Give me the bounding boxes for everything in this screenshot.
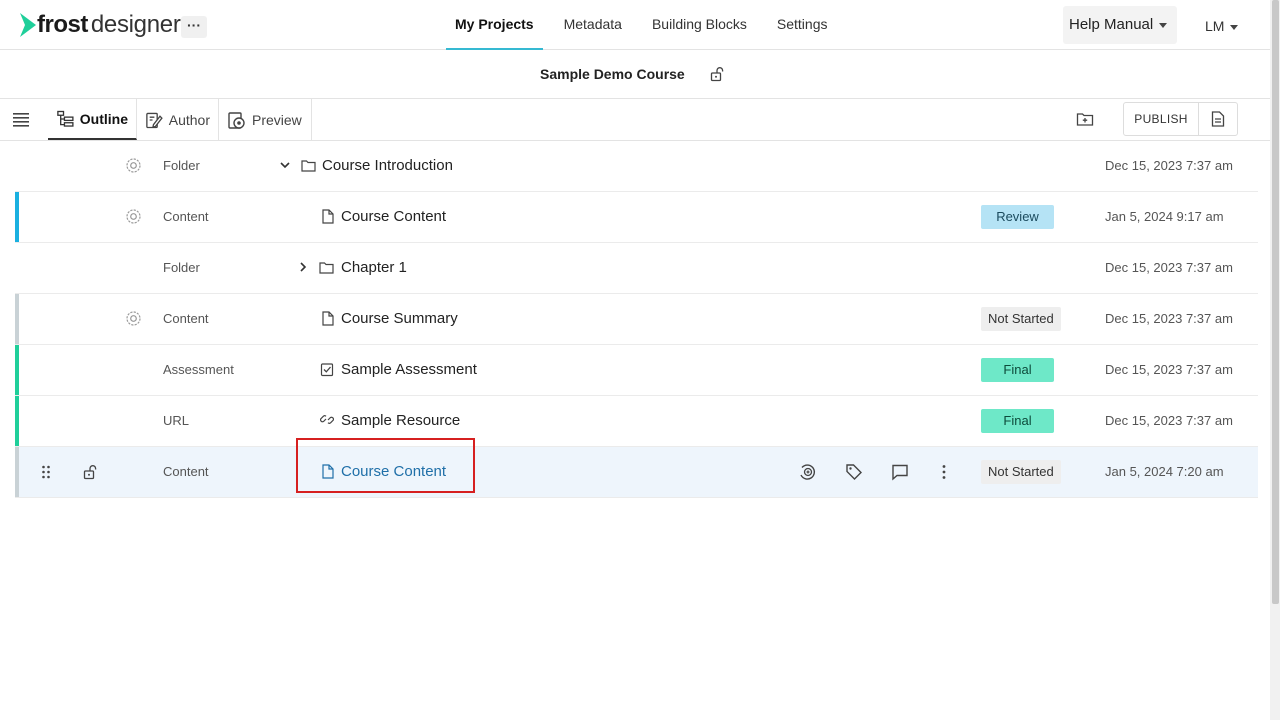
hamburger-menu-icon[interactable] [12, 111, 30, 127]
tab-outline-label: Outline [79, 110, 128, 127]
vertical-scrollbar[interactable] [1270, 0, 1280, 720]
row-name[interactable]: Sample Resource [341, 412, 460, 429]
row-date: Dec 15, 2023 7:37 am [1105, 413, 1233, 428]
row-type: Content [163, 209, 209, 224]
folder-icon [319, 262, 334, 274]
row-type: Folder [163, 260, 200, 275]
row-date: Dec 15, 2023 7:37 am [1105, 362, 1233, 377]
status-badge: Final [981, 409, 1054, 433]
publish-button[interactable]: PUBLISH [1123, 102, 1199, 136]
outline-list: Folder Course Introduction Dec 15, 2023 … [15, 141, 1258, 498]
caret-down-icon [1159, 22, 1168, 28]
status-badge: Final [981, 358, 1054, 382]
more-options-button[interactable]: ··· [181, 16, 207, 38]
unlock-icon[interactable] [709, 66, 725, 82]
course-title: Sample Demo Course [540, 66, 685, 82]
row-date: Dec 15, 2023 7:37 am [1105, 158, 1233, 173]
table-row[interactable]: Content Course Content Review Jan 5, 202… [15, 192, 1258, 243]
tab-preview-label: Preview [252, 111, 302, 128]
add-folder-icon[interactable] [1076, 111, 1094, 127]
row-type: URL [163, 413, 190, 428]
row-name[interactable]: Course Content [341, 208, 446, 225]
help-manual-dropdown[interactable]: Help Manual [1063, 6, 1177, 44]
row-name[interactable]: Course Content [341, 463, 446, 480]
status-badge: Not Started [981, 307, 1061, 331]
logo-frost-text: frost [37, 11, 88, 38]
user-initials: LM [1205, 18, 1225, 34]
status-bar [15, 192, 19, 242]
status-bar [15, 447, 19, 497]
row-type: Content [163, 311, 209, 326]
chevron-right-icon[interactable] [297, 261, 309, 273]
document-icon [322, 464, 334, 479]
checkbox-assessment-icon [320, 363, 334, 377]
comment-icon[interactable] [891, 463, 909, 481]
document-icon [1211, 111, 1225, 127]
document-button[interactable] [1198, 102, 1238, 136]
row-date: Jan 5, 2024 9:17 am [1105, 209, 1224, 224]
user-menu[interactable]: LM [1205, 16, 1239, 36]
tab-author[interactable]: Author [137, 99, 219, 140]
folder-icon [301, 160, 316, 172]
row-date: Dec 15, 2023 7:37 am [1105, 311, 1233, 326]
table-row[interactable]: Folder Chapter 1 Dec 15, 2023 7:37 am [15, 243, 1258, 294]
author-icon [146, 112, 163, 128]
tab-metadata[interactable]: Metadata [555, 0, 631, 50]
top-navigation-bar: frost designer ··· My Projects Metadata … [0, 0, 1270, 50]
unlock-icon[interactable] [82, 464, 98, 480]
history-icon[interactable] [798, 463, 816, 481]
logo-designer-text: designer [90, 11, 181, 38]
status-bar [15, 396, 19, 446]
view-toolbar: Outline Author Preview PUBLISH [0, 99, 1270, 141]
chevron-down-icon[interactable] [279, 159, 291, 171]
row-type: Content [163, 464, 209, 479]
tab-author-label: Author [168, 111, 210, 128]
main-nav: My Projects Metadata Building Blocks Set… [446, 0, 849, 50]
tag-icon[interactable] [845, 463, 863, 481]
row-name[interactable]: Course Summary [341, 310, 458, 327]
row-date: Dec 15, 2023 7:37 am [1105, 260, 1233, 275]
status-bar [15, 345, 19, 395]
frost-designer-logo[interactable]: frost designer [20, 10, 181, 40]
tab-outline[interactable]: Outline [48, 99, 137, 140]
row-type: Folder [163, 158, 200, 173]
drag-handle-icon[interactable] [41, 465, 51, 479]
tab-settings[interactable]: Settings [768, 0, 837, 50]
tab-building-blocks[interactable]: Building Blocks [643, 0, 756, 50]
table-row[interactable]: URL Sample Resource Final Dec 15, 2023 7… [15, 396, 1258, 447]
status-bar [15, 294, 19, 344]
row-name[interactable]: Chapter 1 [341, 259, 407, 276]
table-row[interactable]: Folder Course Introduction Dec 15, 2023 … [15, 141, 1258, 192]
table-row-selected[interactable]: Content Course Content Not Started Jan 5… [15, 447, 1258, 498]
preview-icon [228, 111, 245, 129]
settings-gear-icon[interactable] [125, 157, 142, 174]
row-name[interactable]: Sample Assessment [341, 361, 477, 378]
status-badge: Review [981, 205, 1054, 229]
caret-down-icon [1230, 24, 1239, 30]
row-date: Jan 5, 2024 7:20 am [1105, 464, 1224, 479]
tab-my-projects[interactable]: My Projects [446, 0, 543, 50]
row-name[interactable]: Course Introduction [322, 157, 453, 174]
logo-arrow-icon [20, 13, 36, 37]
settings-gear-icon[interactable] [125, 310, 142, 327]
document-icon [322, 209, 334, 224]
table-row[interactable]: Assessment Sample Assessment Final Dec 1… [15, 345, 1258, 396]
tab-preview[interactable]: Preview [219, 99, 312, 140]
settings-gear-icon[interactable] [125, 208, 142, 225]
outline-icon [57, 110, 74, 127]
course-title-bar: Sample Demo Course [0, 50, 1270, 99]
help-manual-label: Help Manual [1069, 16, 1154, 33]
link-icon [320, 415, 334, 424]
document-icon [322, 311, 334, 326]
scrollbar-thumb[interactable] [1272, 0, 1279, 604]
row-type: Assessment [163, 362, 234, 377]
table-row[interactable]: Content Course Summary Not Started Dec 1… [15, 294, 1258, 345]
more-vertical-icon[interactable] [935, 463, 953, 481]
status-badge: Not Started [981, 460, 1061, 484]
